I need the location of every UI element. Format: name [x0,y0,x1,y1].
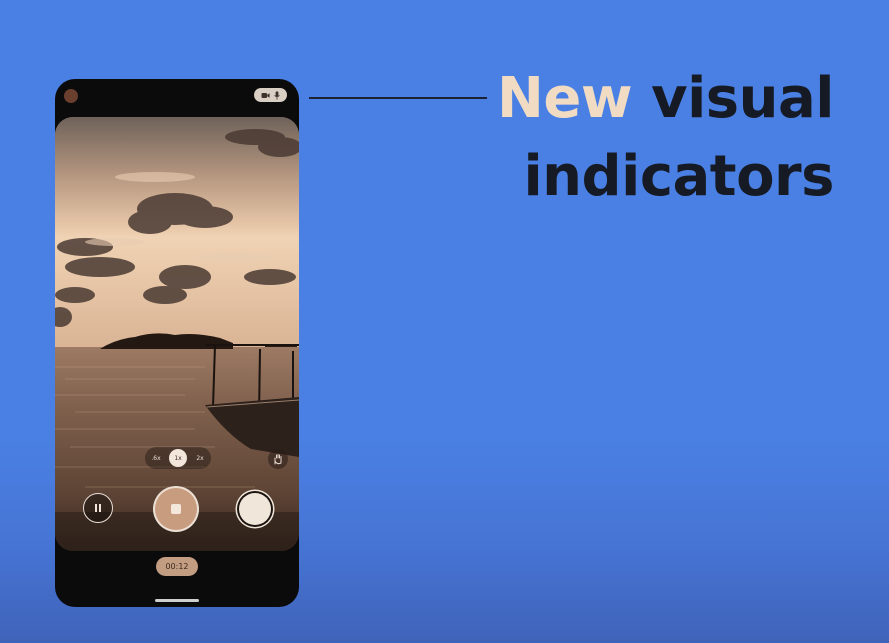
stop-icon [171,504,181,514]
zoom-option-0-6x[interactable]: .6x [147,449,165,467]
callout-pointer-line [309,97,487,99]
hand-gesture-icon [274,454,282,465]
headline-accent-word: New [497,66,633,131]
record-stop-button[interactable] [155,488,197,530]
camera-indicator-icon [261,92,270,98]
pause-icon [95,504,101,512]
zoom-option-1x[interactable]: 1x [169,449,187,467]
zoom-option-2x[interactable]: 2x [191,449,209,467]
zoom-selector: .6x 1x 2x [145,447,211,469]
headline-line-2: indicators [523,144,834,209]
headline-word: visual [651,66,834,131]
sunset-scene-image [55,117,299,551]
navigation-handle[interactable] [155,599,199,602]
camera-viewfinder[interactable]: .6x 1x 2x [55,117,299,551]
front-camera-icon [64,89,78,103]
headline-line-1: New visual [497,60,834,138]
microphone-indicator-icon [274,90,280,100]
gesture-button[interactable] [268,449,288,469]
shutter-button[interactable] [239,493,271,525]
privacy-indicator-chip[interactable] [254,88,287,102]
headline: New visual indicators [497,60,834,216]
pause-button[interactable] [83,493,113,523]
phone-mockup: .6x 1x 2x 00:12 [55,79,299,607]
recording-timer: 00:12 [156,557,198,576]
